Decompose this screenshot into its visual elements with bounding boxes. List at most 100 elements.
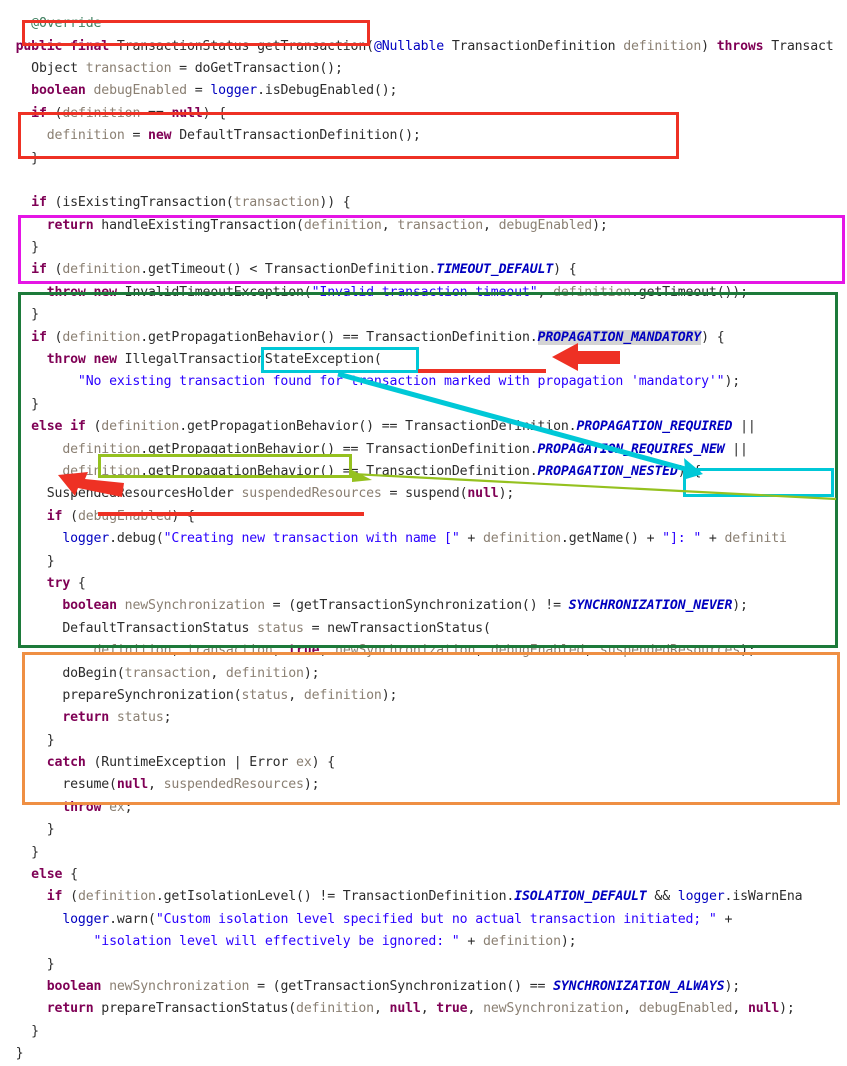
code-token: null — [389, 1001, 421, 1017]
code-token: } — [0, 1023, 39, 1039]
code-token: if — [31, 329, 47, 345]
code-token: PROPAGATION_REQUIRED — [576, 419, 733, 435]
code-token: true — [436, 1001, 468, 1017]
code-token: ex — [296, 755, 312, 771]
code-line: definition.getPropagationBehavior() == T… — [0, 461, 847, 483]
code-token: definition — [62, 105, 141, 121]
code-token: Transact — [763, 38, 834, 54]
code-token: = — [186, 83, 211, 99]
code-token: , — [272, 643, 289, 659]
code-line: } — [0, 237, 847, 259]
code-token: ( — [62, 508, 78, 524]
code-token: handleExistingTransaction( — [93, 217, 304, 233]
code-token: return — [62, 710, 110, 726]
code-token: definition — [296, 1001, 374, 1017]
code-line: boolean newSynchronization = (getTransac… — [0, 595, 847, 617]
code-token: "Custom isolation level specified but no… — [155, 911, 717, 927]
code-token: } — [0, 307, 39, 323]
code-token: , — [381, 217, 398, 233]
code-line: logger.warn("Custom isolation level spec… — [0, 909, 847, 931]
code-token: { — [70, 575, 86, 591]
code-token: .isWarnEna — [724, 889, 803, 905]
code-token: ; — [163, 710, 172, 726]
code-token: suspendedResources — [599, 643, 741, 659]
code-token: "Invalid transaction timeout" — [311, 284, 538, 300]
code-token: null — [171, 105, 203, 121]
code-line: boolean debugEnabled = logger.isDebugEna… — [0, 80, 847, 102]
code-token: ) { — [202, 105, 227, 121]
code-token: ( — [46, 262, 63, 278]
code-token: logger — [62, 531, 110, 547]
code-token: SYNCHRONIZATION_NEVER — [568, 598, 733, 614]
code-token: ( — [62, 889, 78, 905]
code-token: , — [420, 1001, 437, 1017]
code-token: .getIsolationLevel() != TransactionDefin… — [155, 889, 515, 905]
code-token: resume( — [0, 777, 117, 793]
code-token: transaction — [233, 195, 320, 211]
code-token: newSynchronization — [124, 598, 265, 614]
code-token: public final — [15, 38, 110, 54]
code-token: "No existing transaction found for trans… — [77, 374, 725, 390]
code-token: prepareTransactionStatus( — [93, 1001, 297, 1017]
code-token: TransactionStatus getTransaction( — [109, 38, 374, 54]
code-line: else if (definition.getPropagationBehavi… — [0, 416, 847, 438]
code-token: ); — [779, 1001, 795, 1017]
code-token: } — [0, 240, 39, 256]
code-token: definition — [62, 262, 141, 278]
code-token: .getPropagationBehavior() == Transaction… — [140, 464, 538, 479]
code-token: else — [31, 867, 63, 883]
code-token: definition — [62, 441, 141, 457]
code-token: if — [31, 105, 47, 121]
code-token: IllegalTransactionStateException( — [116, 352, 382, 368]
code-token: .warn( — [109, 911, 156, 927]
code-token: ); — [740, 643, 756, 659]
code-token: )) { — [319, 195, 351, 211]
code-token: } — [0, 1046, 24, 1062]
code-line: return prepareTransactionStatus(definiti… — [0, 998, 847, 1020]
code-token: = (getTransactionSynchronization() == — [249, 978, 554, 994]
code-token: InvalidTimeoutException( — [116, 284, 312, 300]
code-token: } — [0, 553, 55, 569]
code-token: definition — [62, 329, 141, 345]
code-token: = doGetTransaction(); — [171, 60, 343, 76]
code-token: ISOLATION_DEFAULT — [514, 889, 647, 905]
code-token: @Override — [31, 16, 102, 32]
code-token: } — [0, 844, 39, 860]
code-token: , — [483, 217, 499, 233]
code-token: doBegin( — [0, 665, 125, 681]
code-line: if (definition.getTimeout() < Transactio… — [0, 259, 847, 281]
code-token: definition — [303, 687, 382, 703]
code-line: if (definition.getIsolationLevel() != Tr… — [0, 886, 847, 908]
code-token: debugEnabled — [498, 217, 593, 233]
code-token: definition — [553, 284, 632, 300]
code-line: throw ex; — [0, 797, 847, 819]
code-token: ex — [109, 799, 125, 815]
code-line: if (isExistingTransaction(transaction)) … — [0, 192, 847, 214]
code-line: definition = new DefaultTransactionDefin… — [0, 125, 847, 147]
code-line: Object transaction = doGetTransaction(); — [0, 58, 847, 80]
code-line: DefaultTransactionStatus status = newTra… — [0, 618, 847, 640]
code-token: throw new — [46, 352, 117, 368]
code-token: , — [584, 643, 600, 659]
code-token: null — [467, 486, 499, 502]
code-token: (isExistingTransaction( — [46, 195, 234, 211]
code-line: else { — [0, 864, 847, 886]
code-token: throw — [62, 799, 102, 815]
code-token: transaction — [397, 217, 484, 233]
code-token: @Nullable — [373, 38, 445, 54]
code-token: } — [0, 732, 55, 748]
